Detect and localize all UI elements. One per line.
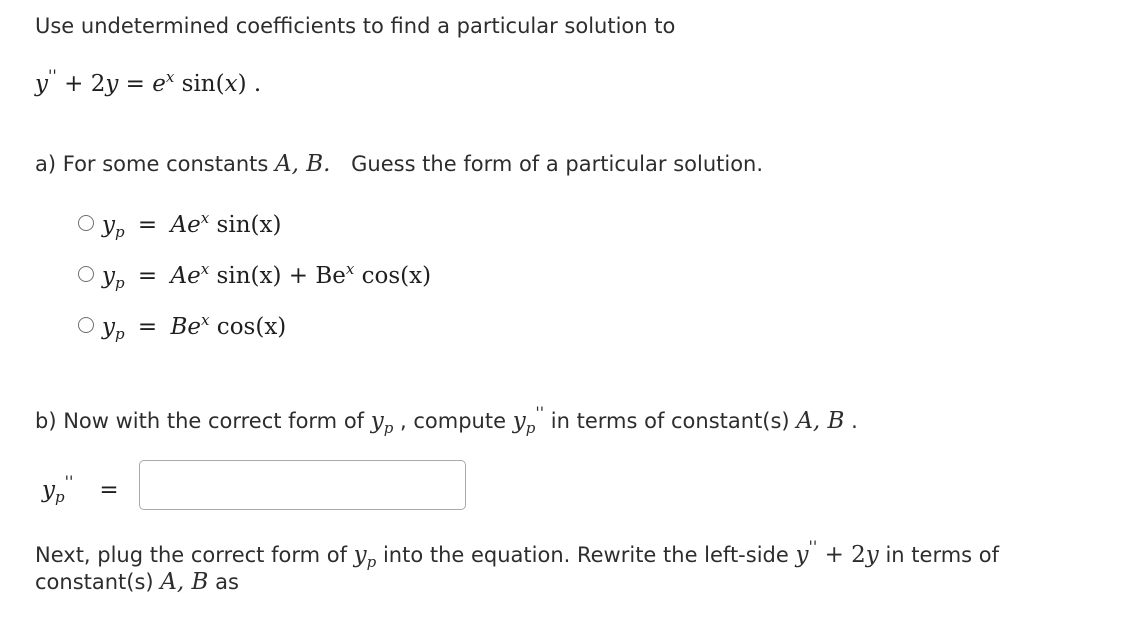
next-start: Next, plug the correct form of <box>35 543 354 567</box>
opt1-body: Ae <box>170 212 201 238</box>
opt1-y: y <box>102 212 115 238</box>
part-b-yp-sub: p <box>383 419 394 438</box>
eq-e: e <box>152 71 166 97</box>
opt2-y: y <box>102 263 115 289</box>
instruction-text: Use undetermined coefficients to find a … <box>35 14 676 38</box>
answer-primes: '' <box>64 472 74 491</box>
ode-equation: y'' + 2y = ex sin(x) . <box>35 68 261 96</box>
answer-y: y <box>42 477 55 503</box>
opt2-rest2: cos(x) <box>354 263 432 289</box>
part-b-yp: y <box>370 408 384 434</box>
eq-equals: = <box>118 71 153 97</box>
eq-primes: '' <box>48 66 57 85</box>
opt2-sup: x <box>200 260 210 278</box>
part-b-mid: in terms of constant(s) <box>544 409 797 433</box>
part-a-constants: A, B. <box>274 151 331 177</box>
next-line-2: constant(s) A, B as <box>35 571 239 594</box>
next-yp: y <box>353 542 367 568</box>
next-lhs-y: y <box>795 542 809 568</box>
answer-eq: = <box>99 477 119 503</box>
opt3-rest: cos(x) <box>209 314 287 340</box>
eq-y: y <box>35 71 48 97</box>
yp-second-derivative-input[interactable] <box>139 460 466 510</box>
eq-close: ) . <box>237 71 262 97</box>
eq-plus-two: + 2 <box>56 71 106 97</box>
part-b-start: b) Now with the correct form of <box>35 409 371 433</box>
answer-sub: p <box>55 488 65 506</box>
part-b-prompt: b) Now with the correct form of yp , com… <box>35 405 858 436</box>
eq-arg: x <box>224 71 238 97</box>
part-a-prompt-start: a) For some constants <box>35 152 275 176</box>
next-lhs-y2: y <box>865 542 879 568</box>
opt3-sub: p <box>115 325 125 343</box>
part-a-prompt-end: Guess the form of a particular solution. <box>351 152 764 176</box>
option-2-label[interactable]: yp = Aex sin(x) + Bex cos(x) <box>102 262 431 291</box>
opt2-body: Ae <box>170 263 201 289</box>
opt3-y: y <box>102 314 115 340</box>
option-1-radio[interactable] <box>78 215 94 231</box>
part-b-yp2-sub: p <box>525 419 536 438</box>
opt2-eq: = <box>130 263 165 289</box>
part-a-prompt: a) For some constants A, B. Guess the fo… <box>35 153 763 176</box>
part-b-constants: A, B <box>796 408 845 434</box>
opt1-sub: p <box>115 223 125 241</box>
next-end: in terms of <box>878 543 1000 567</box>
next-yp-sub: p <box>366 553 377 572</box>
opt1-eq: = <box>130 212 165 238</box>
option-3-label[interactable]: yp = Bex cos(x) <box>102 313 286 342</box>
next-constants: A, B <box>160 569 209 595</box>
next-lhs-primes: '' <box>808 537 818 556</box>
next-line2-start: constant(s) <box>35 570 161 594</box>
part-b-primes: '' <box>535 403 545 422</box>
answer-label: yp'' = <box>42 474 119 505</box>
opt3-sup: x <box>201 311 210 329</box>
next-line-1: Next, plug the correct form of yp into t… <box>35 539 999 570</box>
part-b-period: . <box>844 409 858 433</box>
part-b-comma: , compute <box>393 409 513 433</box>
opt1-sup: x <box>200 209 210 227</box>
option-1-label[interactable]: yp = Aex sin(x) <box>102 211 281 240</box>
option-2-radio[interactable] <box>78 266 94 282</box>
opt1-rest: sin(x) <box>209 212 282 238</box>
eq-y2: y <box>105 71 119 97</box>
opt3-body: Be <box>170 314 202 340</box>
next-line2-end: as <box>208 570 239 594</box>
eq-sin: sin( <box>174 71 225 97</box>
opt2-rest: sin(x) + Be <box>209 263 346 289</box>
part-b-yp2: y <box>512 408 526 434</box>
option-3-radio[interactable] <box>78 317 94 333</box>
next-mid: into the equation. Rewrite the left-side <box>376 543 796 567</box>
opt3-eq: = <box>130 314 165 340</box>
opt2-sub: p <box>115 274 125 292</box>
next-lhs-rest: + 2 <box>817 542 866 568</box>
